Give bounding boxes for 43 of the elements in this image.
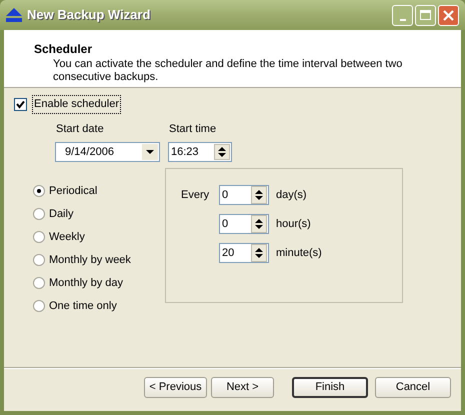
unit-label: hour(s) <box>276 216 311 232</box>
maximize-button[interactable] <box>415 4 436 26</box>
radio-label[interactable]: Weekly <box>49 228 85 246</box>
number-field[interactable]: 0 <box>219 185 269 205</box>
start-time-label: Start time <box>169 122 218 136</box>
header-title: Scheduler <box>34 41 94 58</box>
number-field[interactable]: 20 <box>219 243 269 263</box>
spin-buttons[interactable] <box>251 244 267 262</box>
radio-label[interactable]: Monthly by day <box>49 274 123 292</box>
close-button[interactable] <box>438 4 459 26</box>
radio-button[interactable] <box>33 300 45 312</box>
wizard-button[interactable]: Cancel <box>375 377 451 398</box>
date-picker[interactable]: 9/14/2006 <box>55 142 160 162</box>
wizard-button[interactable]: Finish <box>292 377 368 398</box>
eject-icon <box>6 8 22 22</box>
radio-button[interactable] <box>33 231 45 243</box>
header-description: You can activate the scheduler and define the time interval between two consecutive backups. <box>52 58 404 84</box>
spin-buttons[interactable] <box>214 144 230 160</box>
maximize-icon <box>420 10 431 20</box>
minimize-button[interactable] <box>392 4 413 26</box>
wizard-button[interactable]: Next > <box>211 377 274 398</box>
checkbox[interactable] <box>14 98 27 111</box>
every-label: Every <box>181 188 210 201</box>
radio-label[interactable]: Periodical <box>49 182 98 200</box>
radio-label[interactable]: One time only <box>49 298 117 314</box>
radio-button[interactable] <box>33 254 45 266</box>
minimize-icon <box>400 18 406 20</box>
radio-label[interactable]: Daily <box>49 206 74 222</box>
number-field[interactable]: 0 <box>219 214 269 234</box>
time-field[interactable]: 16:23 <box>168 142 232 162</box>
wizard-button[interactable]: < Previous <box>144 377 207 398</box>
spin-buttons[interactable] <box>251 215 267 233</box>
close-icon <box>443 10 454 20</box>
unit-label: day(s) <box>276 188 307 203</box>
radio-button[interactable] <box>33 208 45 220</box>
window-title: New Backup Wizard <box>27 6 150 24</box>
start-date-label: Start date <box>56 122 105 136</box>
unit-label: minute(s) <box>276 246 322 261</box>
radio-label[interactable]: Monthly by week <box>49 252 131 268</box>
checkbox-label[interactable]: Enable scheduler <box>32 95 122 114</box>
radio-button[interactable] <box>33 185 45 197</box>
radio-button[interactable] <box>33 277 45 289</box>
spin-buttons[interactable] <box>251 186 267 204</box>
